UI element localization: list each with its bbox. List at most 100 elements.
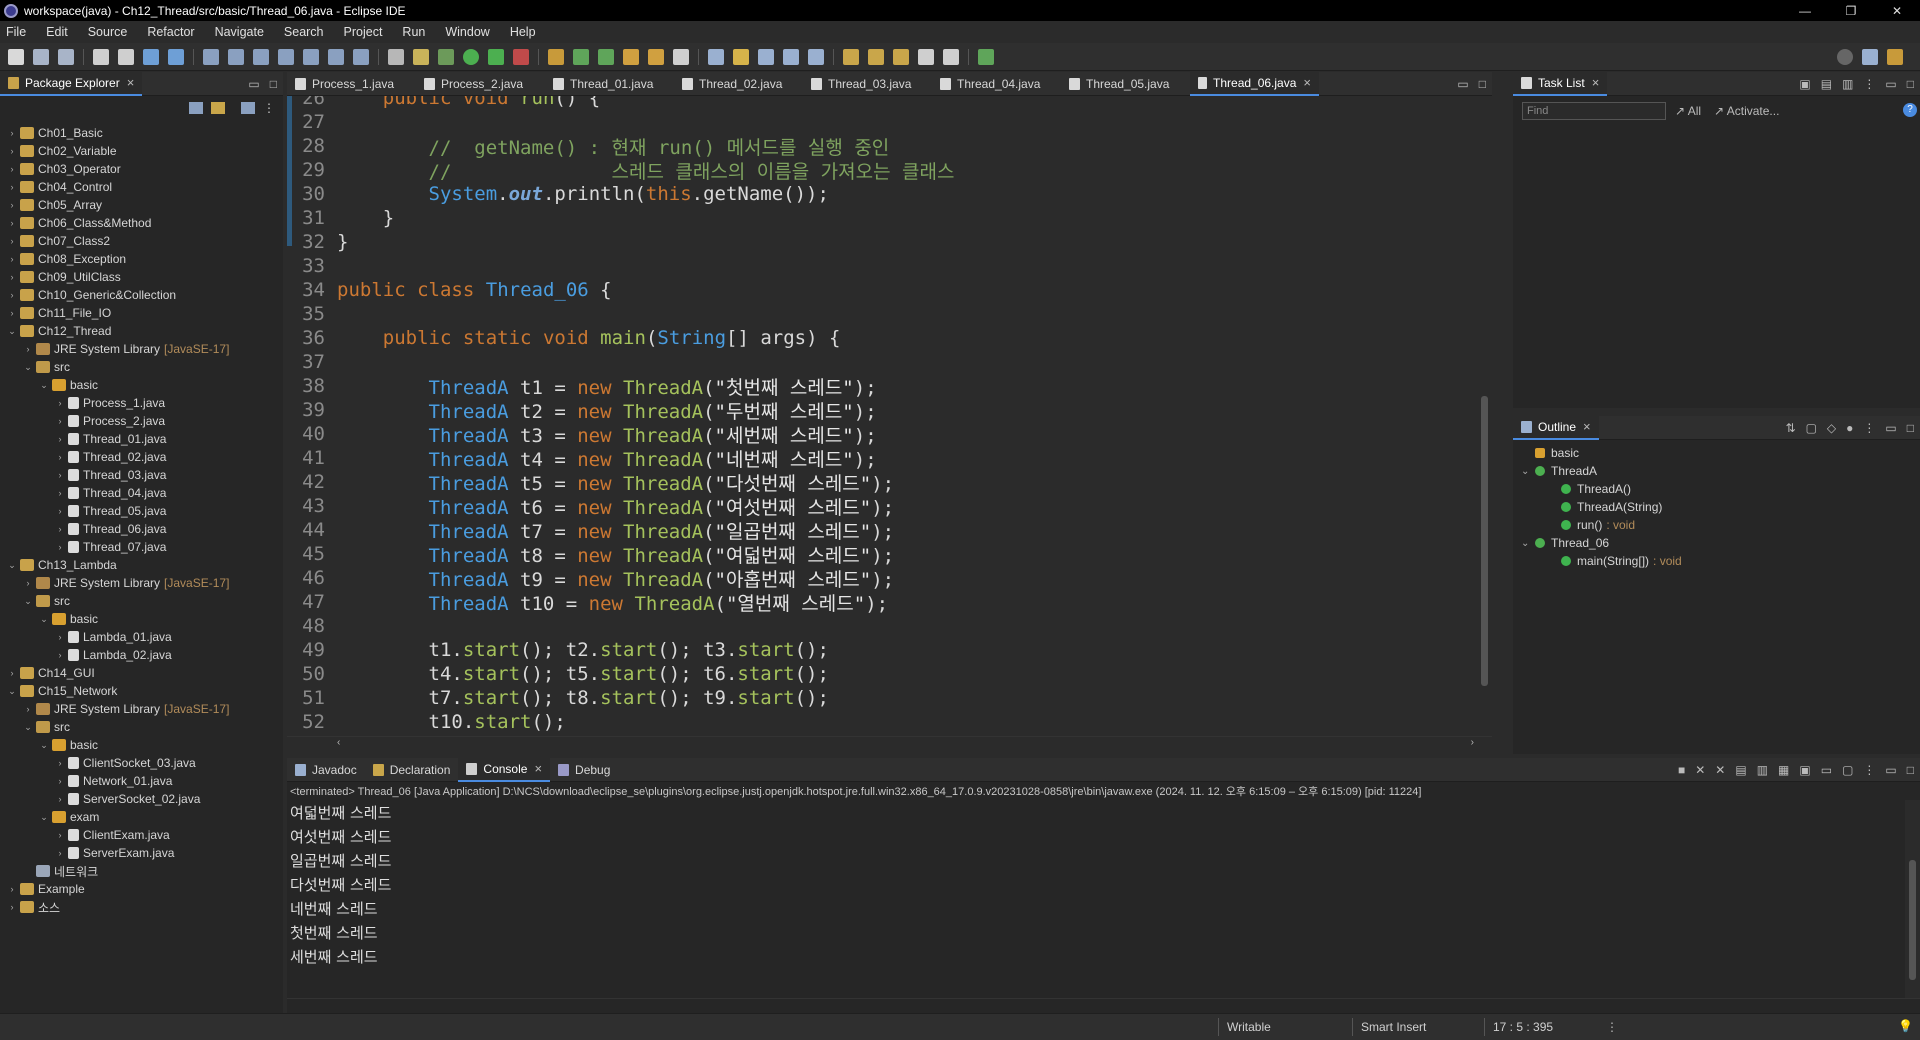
menu-navigate[interactable]: Navigate [215,25,264,39]
chevron-right-icon[interactable]: › [54,506,66,516]
tree-item[interactable]: › Thread_05.java [0,502,283,520]
open-console-icon[interactable]: ▢ [1842,763,1853,777]
next-annotation-icon[interactable] [843,48,859,65]
resume-icon[interactable] [203,48,219,65]
java-perspective-icon[interactable] [1887,48,1903,65]
filter-icon[interactable] [241,102,255,114]
hide-fields-icon[interactable]: ▢ [1806,421,1817,435]
chevron-right-icon[interactable]: › [22,704,34,714]
tree-item[interactable]: › Thread_04.java [0,484,283,502]
clear-console-icon[interactable]: ▤ [1735,763,1746,777]
terminate-icon[interactable] [253,48,269,65]
editor-vertical-scrollbar[interactable] [1477,96,1492,736]
editor-horizontal-scrollbar[interactable]: ‹ › [287,736,1492,750]
tip-icon[interactable]: 💡 [1898,1019,1913,1033]
code-line[interactable]: 29 // 스레드 클래스의 이름을 가져오는 클래스 [287,158,954,183]
chevron-right-icon[interactable]: › [54,794,66,804]
code-line[interactable]: 34 public class Thread_06 { [287,278,611,302]
code-line[interactable]: 52 t10.start(); [287,710,566,734]
tab-debug[interactable]: Debug [550,758,618,782]
editor-tab[interactable]: Thread_02.java [674,72,803,96]
tree-item[interactable]: › Ch07_Class2 [0,232,283,250]
code-line[interactable]: 46 ThreadA t9 = new ThreadA("아홉번째 스레드"); [287,566,894,591]
chevron-right-icon[interactable]: › [6,218,18,228]
tree-item[interactable]: › Thread_02.java [0,448,283,466]
chevron-right-icon[interactable]: › [6,236,18,246]
tree-item[interactable]: › ClientExam.java [0,826,283,844]
minimize-panel-icon[interactable]: ▭ [1885,77,1896,91]
code-line[interactable]: 35 [287,302,337,326]
code-line[interactable]: 51 t7.start(); t8.start(); t9.start(); [287,686,829,710]
code-line[interactable]: 41 ThreadA t4 = new ThreadA("네번째 스레드"); [287,446,877,471]
help-icon[interactable]: ? [1903,103,1917,117]
code-line[interactable]: 37 [287,350,337,374]
tree-item[interactable]: › Network_01.java [0,772,283,790]
tree-item[interactable]: › Ch11_File_IO [0,304,283,322]
chevron-right-icon[interactable]: › [6,146,18,156]
chevron-right-icon[interactable]: › [54,416,66,426]
chevron-down-icon[interactable]: ⌄ [1521,466,1535,477]
hide-static-icon[interactable]: ◇ [1827,421,1836,435]
chevron-right-icon[interactable]: › [54,830,66,840]
menu-file[interactable]: File [6,25,26,39]
new-java-project-icon[interactable] [548,48,564,65]
chevron-right-icon[interactable]: › [54,776,66,786]
code-line[interactable]: 49 t1.start(); t2.start(); t3.start(); [287,638,829,662]
view-menu-icon[interactable]: ⋮ [263,101,275,115]
tree-item[interactable]: › Ch05_Array [0,196,283,214]
close-icon[interactable]: × [1592,75,1600,90]
tab-package-explorer[interactable]: Package Explorer × [0,71,143,96]
tree-item[interactable]: ⌄ src [0,358,283,376]
new-task-icon[interactable]: ▣ [1799,77,1810,91]
menu-help[interactable]: Help [510,25,536,39]
tree-item[interactable]: ⌄ basic [0,610,283,628]
close-icon[interactable]: × [1583,419,1591,434]
search-icon[interactable] [1837,48,1853,65]
chevron-right-icon[interactable]: › [6,200,18,210]
menu-source[interactable]: Source [88,25,128,39]
suspend-icon[interactable] [228,48,244,65]
code-line[interactable]: 50 t4.start(); t5.start(); t6.start(); [287,662,829,686]
remove-all-icon[interactable]: ✕ [1715,763,1725,777]
chevron-right-icon[interactable]: › [22,578,34,588]
console-horizontal-scrollbar[interactable] [287,998,1920,1012]
tree-item[interactable]: › Ch08_Exception [0,250,283,268]
tree-item[interactable]: › ServerExam.java [0,844,283,862]
chevron-right-icon[interactable]: › [6,290,18,300]
tree-item[interactable]: ⌄ Ch12_Thread [0,322,283,340]
view-menu-icon[interactable]: ⋮ [1863,763,1875,777]
maximize-button[interactable]: ❐ [1828,0,1874,21]
chevron-right-icon[interactable]: › [6,902,18,912]
chevron-right-icon[interactable]: › [54,632,66,642]
chevron-down-icon[interactable]: ⌄ [38,380,50,391]
chevron-right-icon[interactable]: › [6,668,18,678]
chevron-down-icon[interactable]: ⌄ [22,362,34,373]
task-find-input[interactable]: Find [1522,102,1666,120]
tree-item[interactable]: › 소스 [0,898,283,916]
open-type-icon[interactable] [623,48,639,65]
forward-icon[interactable] [943,48,959,65]
chevron-right-icon[interactable]: › [6,884,18,894]
debug-icon[interactable] [438,48,454,65]
editor-tab[interactable]: Process_2.java [416,72,545,96]
categorized-icon[interactable]: ▤ [1821,77,1832,91]
code-line[interactable]: 30 System.out.println(this.getName()); [287,182,829,206]
skip-breakpoints-icon[interactable] [168,48,184,65]
terminal-icon[interactable] [143,48,159,65]
redo-icon[interactable] [118,48,134,65]
outline-item[interactable]: main(String[]): void [1513,552,1920,570]
scroll-lock-icon[interactable]: ▥ [1757,763,1768,777]
step-into-icon[interactable] [303,48,319,65]
build-icon[interactable] [413,48,429,65]
tree-item[interactable]: › JRE System Library [JavaSE-17] [0,700,283,718]
prev-annotation-icon[interactable] [868,48,884,65]
tree-item[interactable]: › Thread_07.java [0,538,283,556]
editor-scroll-thumb[interactable] [1481,396,1488,686]
tree-item[interactable]: › Lambda_01.java [0,628,283,646]
run-icon[interactable] [463,48,479,65]
tree-item[interactable]: › Ch03_Operator [0,160,283,178]
maximize-panel-icon[interactable]: □ [1907,763,1914,777]
console-scroll-thumb[interactable] [1909,860,1916,980]
chevron-right-icon[interactable]: › [22,344,34,354]
chevron-down-icon[interactable]: ⌄ [38,812,50,823]
